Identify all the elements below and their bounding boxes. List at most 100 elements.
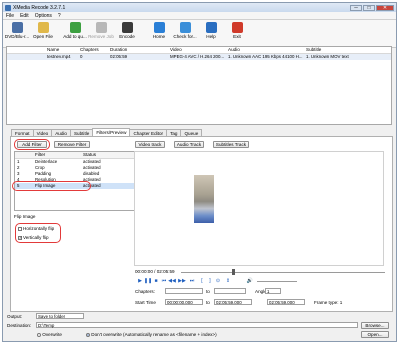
cell-duration: 02:05:59 — [110, 54, 128, 59]
menu-bar: File Edit Options ? — [3, 12, 396, 20]
app-window: XMedia Recode 3.2.7.1 ─ □ ✕ File Edit Op… — [2, 2, 397, 342]
output-label: Output: — [7, 314, 23, 319]
open-file-icon — [37, 22, 49, 33]
rewind-icon[interactable]: ◀◀ — [168, 278, 176, 284]
pause-icon[interactable]: ❚❚ — [144, 278, 152, 284]
mark-in-icon[interactable]: [ — [199, 278, 205, 284]
toolbar: DVD/Blu-r... Open File Add to qu... Remove … — [3, 20, 396, 48]
toolbar-remove-job-button[interactable]: Remove Job — [88, 22, 114, 39]
subtitles-track-button[interactable]: Subtitles Track — [213, 141, 249, 148]
col-video[interactable]: Video — [168, 47, 226, 53]
chapters-end-select[interactable] — [214, 288, 246, 294]
window-title: XMedia Recode 3.2.7.1 — [13, 4, 66, 11]
remove-job-icon — [95, 22, 107, 33]
minimize-button[interactable]: ─ — [350, 4, 362, 11]
dont-overwrite-label: Don't overwrite (Automatically rename as… — [91, 332, 217, 337]
menu-edit[interactable]: Edit — [20, 13, 29, 19]
toolbar-label: Home — [152, 34, 166, 39]
open-button[interactable]: Open... — [361, 331, 389, 338]
chapters-label: Chapters: — [135, 289, 155, 294]
encode-icon — [121, 22, 133, 33]
filters-preview-panel: Add Filter Remove Filter Filter Status 1… — [10, 136, 393, 312]
toolbar-label: Check for... — [173, 34, 197, 39]
close-button[interactable]: ✕ — [376, 4, 394, 11]
overwrite-radio[interactable] — [37, 332, 41, 337]
toolbar-disc-button[interactable]: DVD/Blu-r... — [5, 22, 29, 39]
dont-overwrite-option[interactable]: Don't overwrite (Automatically rename as… — [86, 332, 217, 337]
cell-video: MPEG-4 AVC / H.264 200... — [170, 54, 225, 59]
mark-out-icon[interactable]: ] — [207, 278, 213, 284]
col-duration[interactable]: Duration — [108, 47, 168, 53]
frame-type-label: Frame type: 1 — [314, 300, 343, 305]
cell-audio: 1. Unknown AAC 195 Kbps 44100 H... — [228, 54, 303, 59]
toolbar-home-button[interactable]: Home — [147, 22, 171, 39]
skip-back-icon[interactable]: ⏮ — [161, 278, 167, 284]
cell-subtitle: 1. Unknown MOV text — [306, 54, 349, 59]
video-preview — [134, 151, 384, 266]
end-time-field[interactable]: 02:05:59.000 — [214, 299, 252, 305]
toolbar-help-button[interactable]: Help — [199, 22, 223, 39]
play-icon[interactable]: ▶ — [137, 278, 143, 284]
app-icon — [5, 4, 11, 11]
destination-field[interactable]: D:\Temp — [36, 322, 358, 328]
table-row[interactable]: testnev.mp4 0 02:05:59 MPEG-4 AVC / H.26… — [7, 54, 391, 60]
exit-icon — [231, 22, 243, 33]
browse-button[interactable]: Browse... — [361, 322, 389, 329]
toolbar-open-file-button[interactable]: Open File — [31, 22, 55, 39]
output-select[interactable]: Save to folder — [36, 313, 84, 319]
disc-icon — [11, 22, 23, 33]
snapshot-icon[interactable]: ⊙ — [215, 278, 221, 284]
seek-slider[interactable] — [181, 272, 385, 273]
fullscreen-icon[interactable]: ⇕ — [225, 278, 231, 284]
toolbar-label: Open File — [33, 34, 53, 39]
video-track-button[interactable]: Video track — [135, 141, 165, 148]
col-status[interactable]: Status — [81, 152, 131, 158]
audio-track-button[interactable]: Audio Track — [174, 141, 204, 148]
seek-thumb[interactable] — [232, 269, 235, 275]
col-subtitle[interactable]: Subtitle — [304, 47, 384, 53]
flip-image-title: Flip Image — [14, 214, 36, 219]
highlight-flip-image-row — [12, 181, 91, 191]
destination-label: Destination: — [7, 323, 32, 328]
remove-filter-button[interactable]: Remove Filter — [54, 141, 90, 148]
col-audio[interactable]: Audio — [226, 47, 304, 53]
filter-table-header: Filter Status — [15, 152, 135, 159]
toolbar-label: Help — [206, 34, 216, 39]
overwrite-option[interactable]: Overwrite — [37, 332, 62, 337]
title-bar: XMedia Recode 3.2.7.1 ─ □ ✕ — [3, 3, 396, 12]
skip-forward-icon[interactable]: ⏭ — [189, 278, 195, 284]
toolbar-label: Add to qu... — [63, 34, 87, 39]
duration-field: 02:05:59.000 — [267, 299, 305, 305]
chapters-to-label: to — [206, 289, 210, 294]
toolbar-encode-button[interactable]: Encode — [115, 22, 139, 39]
toolbar-label: Encode — [119, 34, 135, 39]
start-time-field[interactable]: 00:00:00.000 — [165, 299, 203, 305]
menu-help[interactable]: ? — [58, 13, 61, 19]
help-icon — [205, 22, 217, 33]
cell-chapters: 0 — [80, 54, 83, 59]
dont-overwrite-radio[interactable] — [86, 332, 90, 337]
toolbar-exit-button[interactable]: Exit — [225, 22, 249, 39]
highlight-add-filter — [14, 139, 50, 150]
angle-field[interactable]: 1 — [265, 288, 281, 294]
file-list-header: Name Chapters Duration Video Audio Subti… — [7, 47, 391, 54]
toolbar-label: Exit — [233, 34, 241, 39]
forward-icon[interactable]: ▶▶ — [178, 278, 186, 284]
toolbar-refresh-button[interactable]: Check for... — [173, 22, 197, 39]
file-list[interactable]: Name Chapters Duration Video Audio Subti… — [6, 46, 392, 125]
volume-slider[interactable] — [257, 281, 297, 282]
menu-file[interactable]: File — [6, 13, 14, 19]
col-filter[interactable]: Filter — [33, 152, 81, 158]
stop-icon[interactable]: ■ — [153, 278, 159, 284]
toolbar-label: DVD/Blu-r... — [4, 34, 30, 39]
maximize-button[interactable]: □ — [363, 4, 375, 11]
col-name[interactable]: Name — [45, 47, 78, 53]
col-chapters[interactable]: Chapters — [78, 47, 108, 53]
home-icon — [153, 22, 165, 33]
refresh-icon — [179, 22, 191, 33]
overwrite-label: Overwrite — [42, 332, 62, 337]
menu-options[interactable]: Options — [35, 13, 52, 19]
toolbar-add-queue-button[interactable]: Add to qu... — [63, 22, 87, 39]
chapters-start-select[interactable] — [165, 288, 203, 294]
volume-icon[interactable]: 🔊 — [247, 278, 253, 284]
